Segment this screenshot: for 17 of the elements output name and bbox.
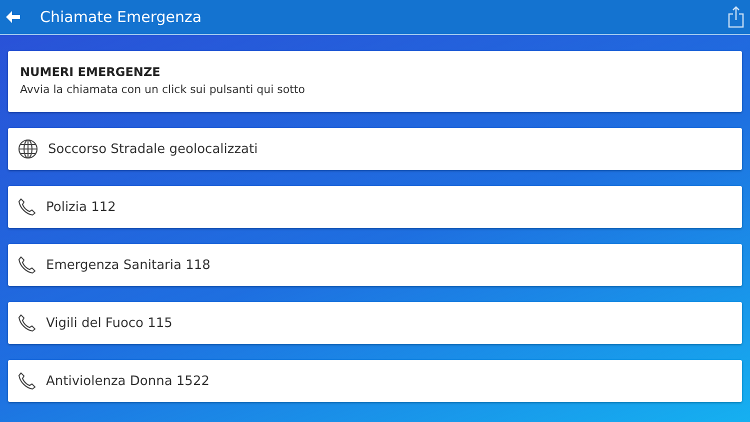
intro-subtitle: Avvia la chiamata con un click sui pulsanti qui sotto [20, 83, 306, 96]
back-arrow-icon [6, 11, 20, 23]
call-button[interactable]: Polizia 112 [8, 186, 742, 228]
phone-icon [18, 372, 36, 390]
intro-title: NUMERI EMERGENZE [20, 65, 162, 79]
call-button[interactable]: Vigili del Fuoco 115 [8, 302, 742, 344]
call-button[interactable]: Soccorso Stradale geolocalizzati [8, 128, 742, 170]
share-button[interactable] [728, 6, 744, 28]
call-button[interactable]: Antiviolenza Donna 1522 [8, 360, 742, 402]
share-icon [728, 6, 744, 28]
phone-icon [18, 256, 36, 274]
phone-icon [18, 198, 36, 216]
screen-title: Chiamate Emergenza [40, 8, 203, 26]
phone-icon [18, 314, 36, 332]
call-button[interactable]: Emergenza Sanitaria 118 [8, 244, 742, 286]
back-button[interactable] [6, 11, 20, 23]
globe-icon [18, 139, 38, 159]
